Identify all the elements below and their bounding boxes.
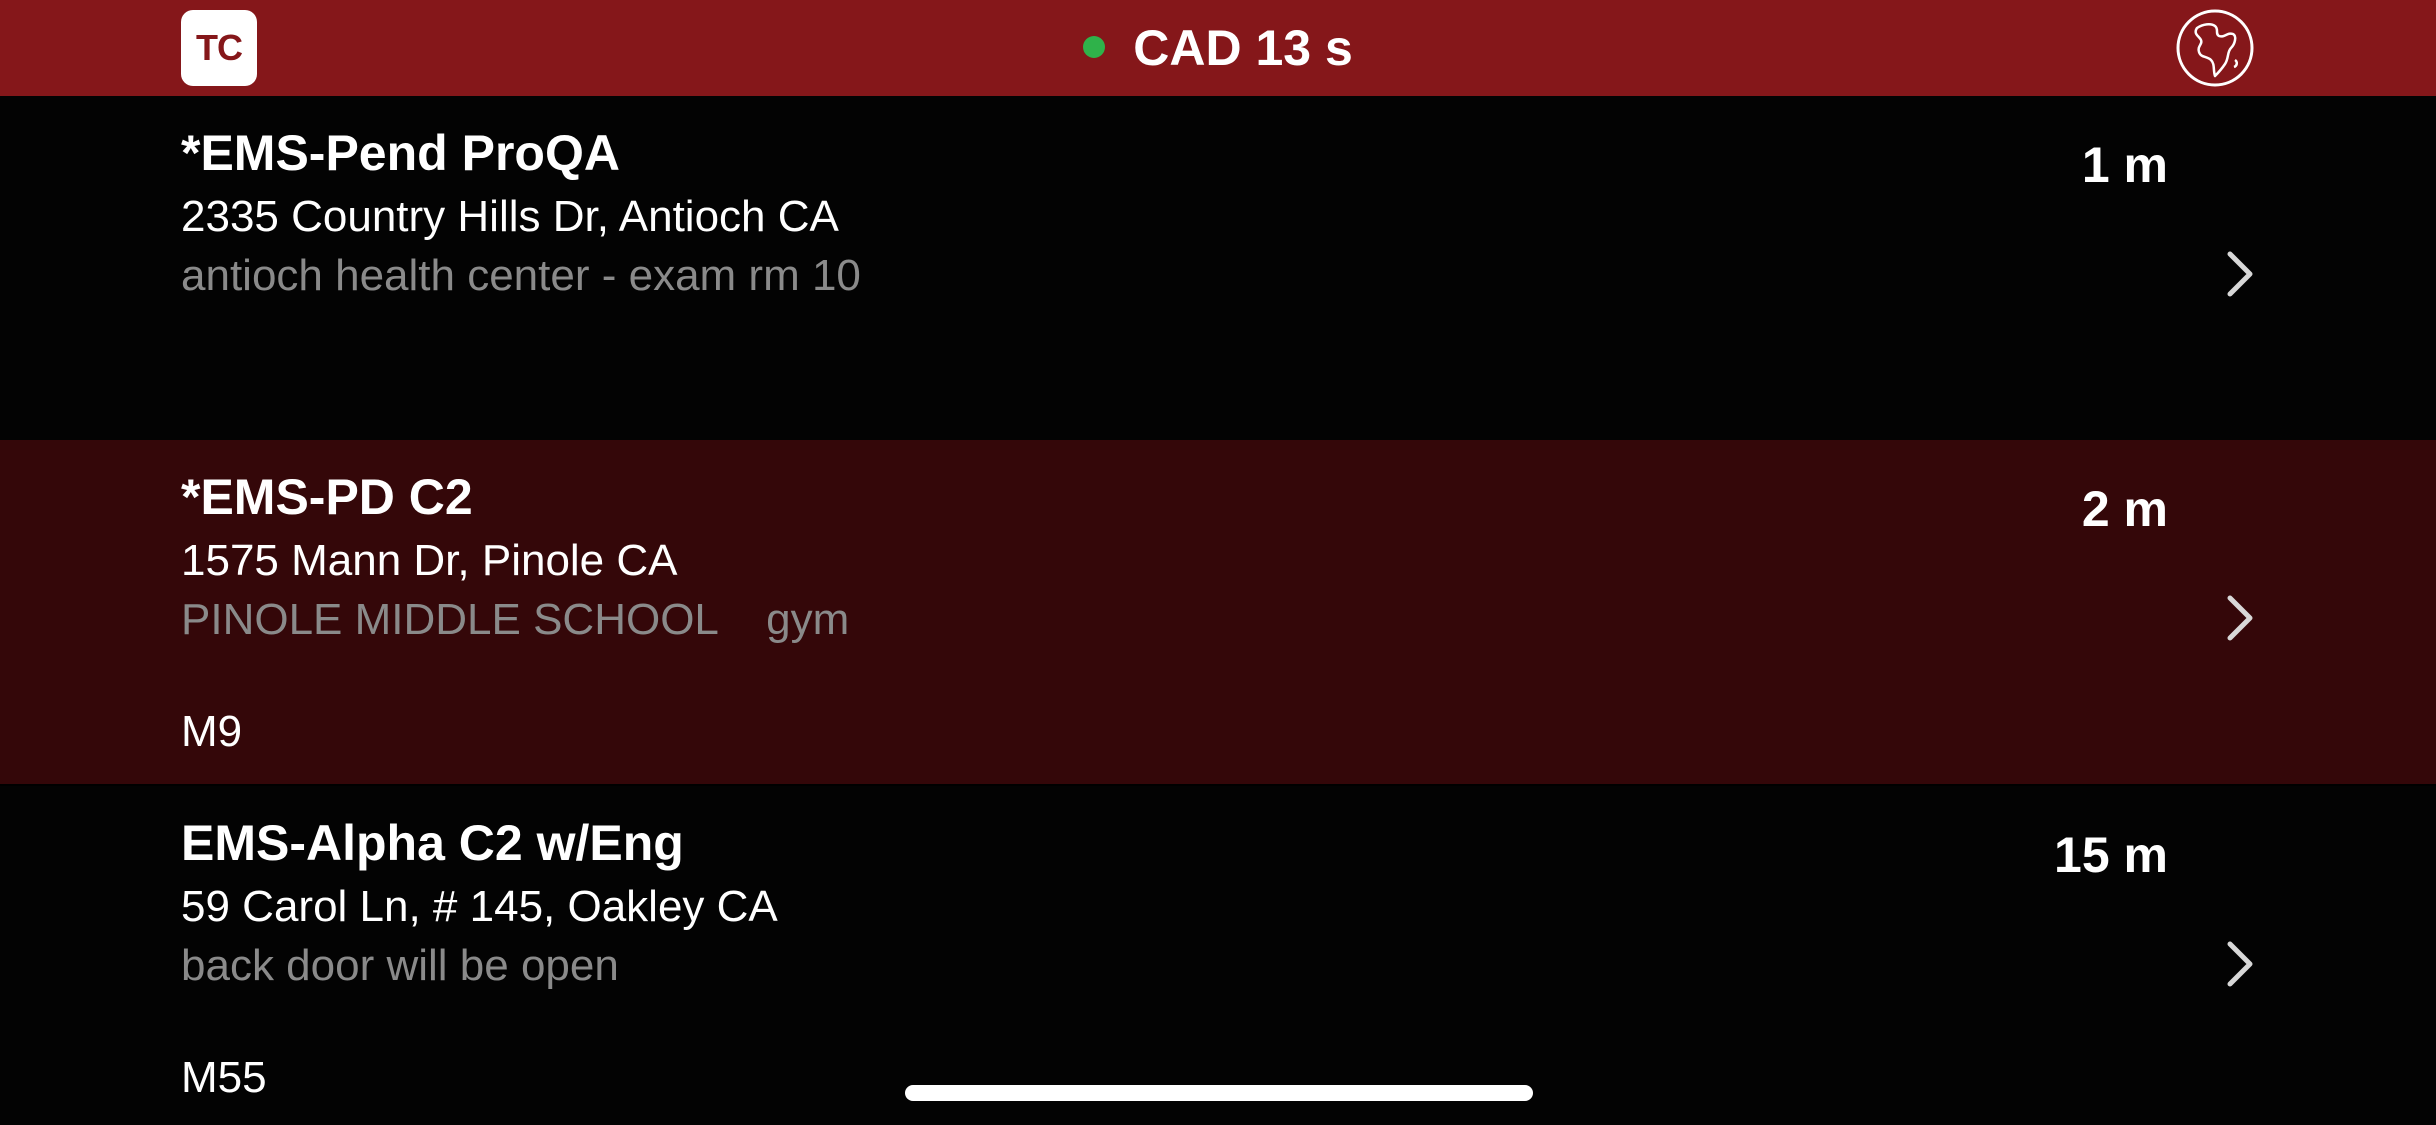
chevron-right-icon[interactable]: [2222, 246, 2258, 302]
incident-address: 2335 Country Hills Dr, Antioch CA: [181, 192, 839, 241]
header-bar: TC CAD 13 s: [0, 0, 2436, 96]
incident-row[interactable]: *EMS-Pend ProQA 2335 Country Hills Dr, A…: [0, 96, 2436, 440]
incident-age: 1 m: [2081, 137, 2168, 193]
incident-age: 15 m: [2054, 827, 2168, 883]
incident-type: *EMS-Pend ProQA: [181, 125, 620, 181]
incident-type: *EMS-PD C2: [181, 469, 473, 525]
cad-incident-list-screen: TC CAD 13 s *EMS-Pend ProQA 2335 Country…: [0, 0, 2436, 1125]
home-indicator[interactable]: [905, 1085, 1533, 1101]
chevron-right-icon[interactable]: [2222, 936, 2258, 992]
incident-note: PINOLE MIDDLE SCHOOL gym: [181, 595, 850, 644]
incident-address: 59 Carol Ln, # 145, Oakley CA: [181, 882, 778, 931]
globe-icon[interactable]: [2175, 8, 2255, 88]
incident-address: 1575 Mann Dr, Pinole CA: [181, 536, 678, 585]
incident-unit: M9: [181, 707, 243, 756]
incident-row[interactable]: *EMS-PD C2 1575 Mann Dr, Pinole CA PINOL…: [0, 440, 2436, 784]
incident-note: back door will be open: [181, 941, 619, 990]
header-status: CAD 13 s: [0, 0, 2436, 96]
incident-type: EMS-Alpha C2 w/Eng: [181, 815, 684, 871]
header-title: CAD 13 s: [1133, 20, 1353, 76]
incident-age: 2 m: [2081, 481, 2168, 537]
connection-status-dot: [1083, 36, 1106, 58]
incident-row[interactable]: EMS-Alpha C2 w/Eng 59 Carol Ln, # 145, O…: [0, 786, 2436, 1125]
incident-unit: M55: [181, 1053, 267, 1102]
incident-note: antioch health center - exam rm 10: [181, 251, 861, 300]
chevron-right-icon[interactable]: [2222, 590, 2258, 646]
